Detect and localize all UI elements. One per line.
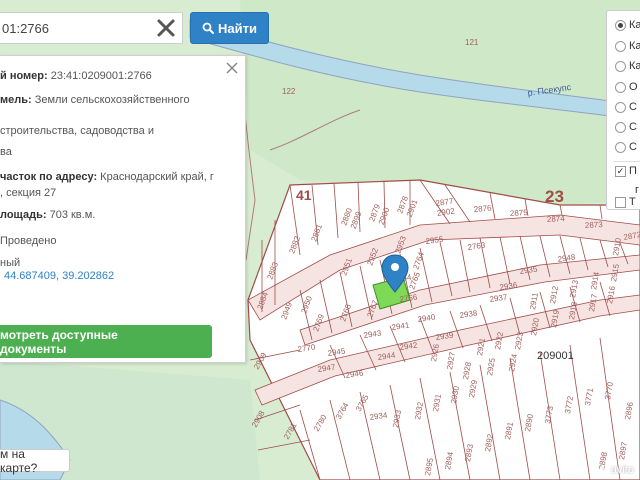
info-line-label: часток по адресу: [0,171,98,183]
view-documents-button[interactable]: мотреть доступные документы [0,325,212,358]
layer-option[interactable]: Ка [615,17,640,33]
layer-option-label: Ка [629,40,640,52]
info-line-label: лощадь: [0,209,47,221]
search-box [0,12,183,44]
layer-option[interactable]: С [615,139,637,155]
layer-option-label: О [629,81,638,93]
watermark: avito [591,464,634,476]
info-line-value: Проведено [0,235,57,247]
layer-radio[interactable] [615,19,626,31]
layer-radio[interactable] [615,141,626,153]
zone-label-23: 23 [545,187,564,206]
layer-checkbox[interactable] [615,196,626,208]
info-line: часток по адресу: Краснодарский край, г [0,170,214,184]
map-hint-button[interactable]: м на карте? [0,447,70,475]
info-line-label: мель: [0,94,32,106]
info-line: лощадь: 703 кв.м. [0,208,95,222]
zone-label-41: 41 [296,187,312,203]
avito-logo-icon [591,465,604,476]
info-line-label: й номер: [0,70,48,82]
info-line-value: ва [0,146,12,158]
layer-option[interactable]: С [615,119,637,135]
search-button-label: Найти [218,20,257,36]
close-icon[interactable] [226,62,238,74]
layer-option[interactable]: С [615,99,637,115]
close-icon[interactable] [156,18,176,38]
info-line-value: , секция 27 [0,187,57,199]
layer-radio[interactable] [615,121,626,133]
info-line: строительства, садоводства и [0,124,154,138]
info-line: 44.687409, 39.202862 [4,269,114,283]
layer-option-label: Т [629,196,636,208]
parcel-info-card: й номер: 23:41:0209001:2766 мель: Земли с… [0,55,246,363]
quarter-label-121: 121 [465,38,479,47]
info-line-value: 703 кв.м. [49,209,96,221]
info-line-value: Краснодарский край, г [100,171,214,183]
plot-number-label: 2876 [473,203,492,214]
info-line: й номер: 23:41:0209001:2766 [0,69,152,83]
info-line: мель: Земли сельскохозяйственного [0,93,190,107]
search-button[interactable]: Найти [190,12,269,44]
layer-radio[interactable] [615,101,626,113]
layer-option-label: С [629,121,637,133]
layer-option[interactable]: Ка [615,58,640,74]
plot-number-label: 2874 [547,214,566,224]
info-line: , секция 27 [0,186,56,200]
layer-option[interactable]: Т [615,194,636,210]
info-line-value: ный [0,257,21,269]
layer-option-label: П [629,165,637,177]
info-line-value: Земли сельскохозяйственного [34,94,190,106]
layer-radio[interactable] [615,60,626,72]
layer-divider [613,161,640,162]
layer-option-label: Ка [629,19,640,31]
block-label: 209001 [537,350,574,362]
plot-number-label: 2875 [510,208,529,218]
layer-sub-label: г [635,184,640,196]
info-line: ный [0,256,20,270]
info-line: Проведено [0,234,56,248]
layer-option-label: С [629,101,637,113]
layer-option[interactable]: ✓ П [615,163,637,179]
layer-checkbox[interactable]: ✓ [615,165,626,177]
layer-option[interactable]: О [615,79,638,95]
layer-option-label: С [629,141,637,153]
info-line-value: строительства, садоводства и [0,125,154,137]
layer-radio[interactable] [615,81,626,93]
info-line-value: 23:41:0209001:2766 [50,70,152,82]
info-line: ва [0,145,12,159]
layer-option-label: Ка [629,60,640,72]
layer-option[interactable]: Ка [615,38,640,54]
info-line-value[interactable]: 44.687409, 39.202862 [4,270,114,282]
layer-radio[interactable] [615,40,626,52]
layer-panel: Ка Ка Ка О С С С ✓ П Т г [606,10,640,210]
search-icon [202,22,215,34]
plot-number-label: 2873 [585,220,604,230]
search-input[interactable] [0,13,150,43]
quarter-label-122: 122 [282,87,296,96]
